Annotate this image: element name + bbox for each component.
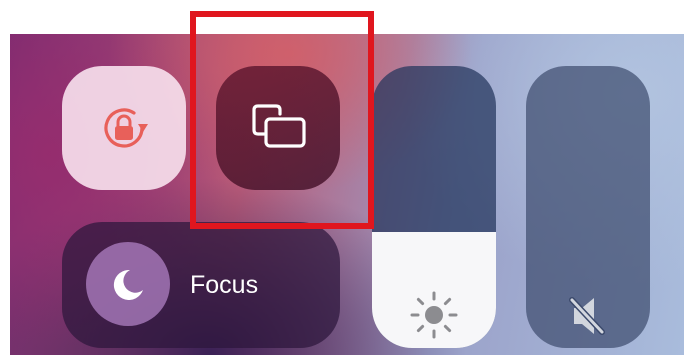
focus-icon-circle bbox=[86, 242, 170, 326]
rotation-lock-icon bbox=[104, 108, 148, 148]
moon-icon bbox=[113, 269, 143, 300]
brightness-slider[interactable] bbox=[372, 66, 496, 348]
focus-button[interactable]: Focus bbox=[62, 222, 340, 348]
speaker-muted-icon bbox=[569, 297, 605, 335]
sun-icon bbox=[410, 291, 458, 339]
volume-slider[interactable] bbox=[526, 66, 650, 348]
highlight-box bbox=[190, 11, 374, 229]
focus-label: Focus bbox=[190, 271, 259, 299]
rotation-lock-button[interactable] bbox=[62, 66, 186, 190]
